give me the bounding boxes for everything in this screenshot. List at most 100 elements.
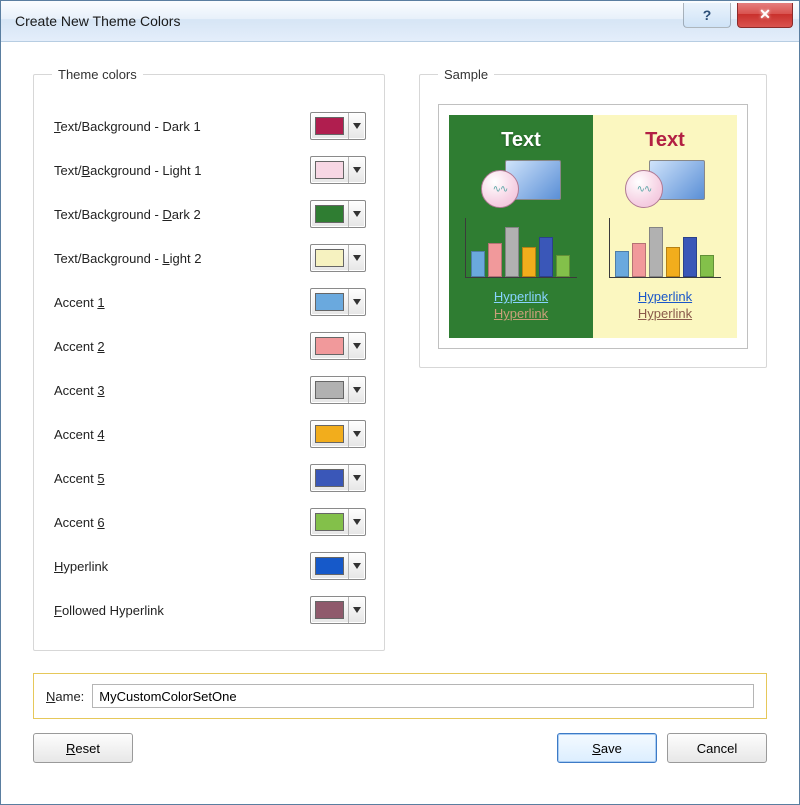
chart-bar	[522, 247, 536, 277]
theme-color-label: Text/Background - Light 2	[52, 251, 310, 266]
help-button[interactable]: ?	[683, 3, 731, 28]
theme-color-row: Text/Background - Light 2	[52, 236, 366, 280]
chart-bar	[505, 227, 519, 277]
name-row: Name:	[33, 673, 767, 719]
color-swatch	[315, 117, 344, 135]
name-input[interactable]	[92, 684, 754, 708]
chevron-down-icon	[348, 201, 365, 227]
cancel-button[interactable]: Cancel	[667, 733, 767, 763]
theme-color-label: Text/Background - Dark 2	[52, 207, 310, 222]
chart-bar	[471, 251, 485, 277]
theme-color-row: Text/Background - Light 1	[52, 148, 366, 192]
color-swatch	[315, 557, 344, 575]
sample-followed-hyperlink: Hyperlink	[494, 307, 548, 320]
color-picker[interactable]	[310, 156, 366, 184]
theme-color-row: Hyperlink	[52, 544, 366, 588]
theme-colors-legend: Theme colors	[52, 67, 143, 82]
sample-chart	[461, 214, 581, 278]
theme-color-label: Accent 6	[52, 515, 310, 530]
color-picker[interactable]	[310, 288, 366, 316]
close-icon: ✕	[759, 6, 771, 23]
chevron-down-icon	[348, 333, 365, 359]
sample-shapes: ∿∿	[481, 160, 561, 208]
color-picker[interactable]	[310, 552, 366, 580]
window-title: Create New Theme Colors	[15, 13, 180, 29]
theme-color-label: Text/Background - Dark 1	[52, 119, 310, 134]
help-icon: ?	[703, 7, 712, 23]
color-swatch	[315, 293, 344, 311]
theme-color-label: Followed Hyperlink	[52, 603, 310, 618]
sample-circle: ∿∿	[625, 170, 663, 208]
theme-color-row: Followed Hyperlink	[52, 588, 366, 632]
sample-dark-panel: Text ∿∿ Hyperlink Hyperlin	[449, 115, 593, 338]
color-picker[interactable]	[310, 420, 366, 448]
sample-hyperlink: Hyperlink	[638, 290, 692, 303]
close-button[interactable]: ✕	[737, 3, 793, 28]
chart-bar	[488, 243, 502, 277]
sample-text-heading: Text	[501, 129, 541, 152]
theme-color-row: Accent 1	[52, 280, 366, 324]
button-row: Reset Save Cancel	[33, 733, 767, 763]
theme-color-label: Accent 4	[52, 427, 310, 442]
color-picker[interactable]	[310, 112, 366, 140]
chevron-down-icon	[348, 157, 365, 183]
theme-color-row: Text/Background - Dark 1	[52, 104, 366, 148]
theme-color-label: Accent 2	[52, 339, 310, 354]
color-picker[interactable]	[310, 464, 366, 492]
color-swatch	[315, 381, 344, 399]
chevron-down-icon	[348, 245, 365, 271]
chevron-down-icon	[348, 465, 365, 491]
color-picker[interactable]	[310, 200, 366, 228]
name-label: Name:	[46, 689, 84, 704]
color-picker[interactable]	[310, 376, 366, 404]
theme-color-label: Hyperlink	[52, 559, 310, 574]
chevron-down-icon	[348, 553, 365, 579]
chart-bar	[649, 227, 663, 277]
chart-bar	[615, 251, 629, 277]
color-swatch	[315, 425, 344, 443]
chart-bar	[539, 237, 553, 277]
chevron-down-icon	[348, 597, 365, 623]
color-picker[interactable]	[310, 508, 366, 536]
chart-bar	[632, 243, 646, 277]
theme-colors-group: Theme colors Text/Background - Dark 1 Tex…	[33, 67, 385, 651]
theme-color-row: Accent 4	[52, 412, 366, 456]
color-swatch	[315, 205, 344, 223]
sample-text-heading: Text	[645, 129, 685, 152]
chart-bar	[683, 237, 697, 277]
dialog-body: Theme colors Text/Background - Dark 1 Tex…	[1, 41, 799, 804]
sample-circle: ∿∿	[481, 170, 519, 208]
sample-chart	[605, 214, 725, 278]
theme-color-label: Accent 1	[52, 295, 310, 310]
chart-bar	[556, 255, 570, 277]
sample-shapes: ∿∿	[625, 160, 705, 208]
title-bar: Create New Theme Colors ? ✕	[1, 1, 799, 42]
dialog-window: Create New Theme Colors ? ✕ Theme colors…	[0, 0, 800, 805]
theme-color-row: Accent 5	[52, 456, 366, 500]
color-picker[interactable]	[310, 244, 366, 272]
chevron-down-icon	[348, 289, 365, 315]
chevron-down-icon	[348, 377, 365, 403]
color-swatch	[315, 601, 344, 619]
color-picker[interactable]	[310, 596, 366, 624]
color-picker[interactable]	[310, 332, 366, 360]
color-swatch	[315, 337, 344, 355]
sample-preview: Text ∿∿ Hyperlink Hyperlin	[438, 104, 748, 349]
color-swatch	[315, 249, 344, 267]
sample-legend: Sample	[438, 67, 494, 82]
save-button[interactable]: Save	[557, 733, 657, 763]
color-swatch	[315, 161, 344, 179]
color-swatch	[315, 513, 344, 531]
color-swatch	[315, 469, 344, 487]
chart-bar	[700, 255, 714, 277]
theme-color-row: Accent 2	[52, 324, 366, 368]
sample-hyperlink: Hyperlink	[494, 290, 548, 303]
theme-color-label: Text/Background - Light 1	[52, 163, 310, 178]
chevron-down-icon	[348, 113, 365, 139]
sample-group: Sample Text ∿∿	[419, 67, 767, 368]
theme-color-label: Accent 3	[52, 383, 310, 398]
sample-light-panel: Text ∿∿ Hyperlink Hyperlin	[593, 115, 737, 338]
chevron-down-icon	[348, 509, 365, 535]
reset-button[interactable]: Reset	[33, 733, 133, 763]
sample-followed-hyperlink: Hyperlink	[638, 307, 692, 320]
